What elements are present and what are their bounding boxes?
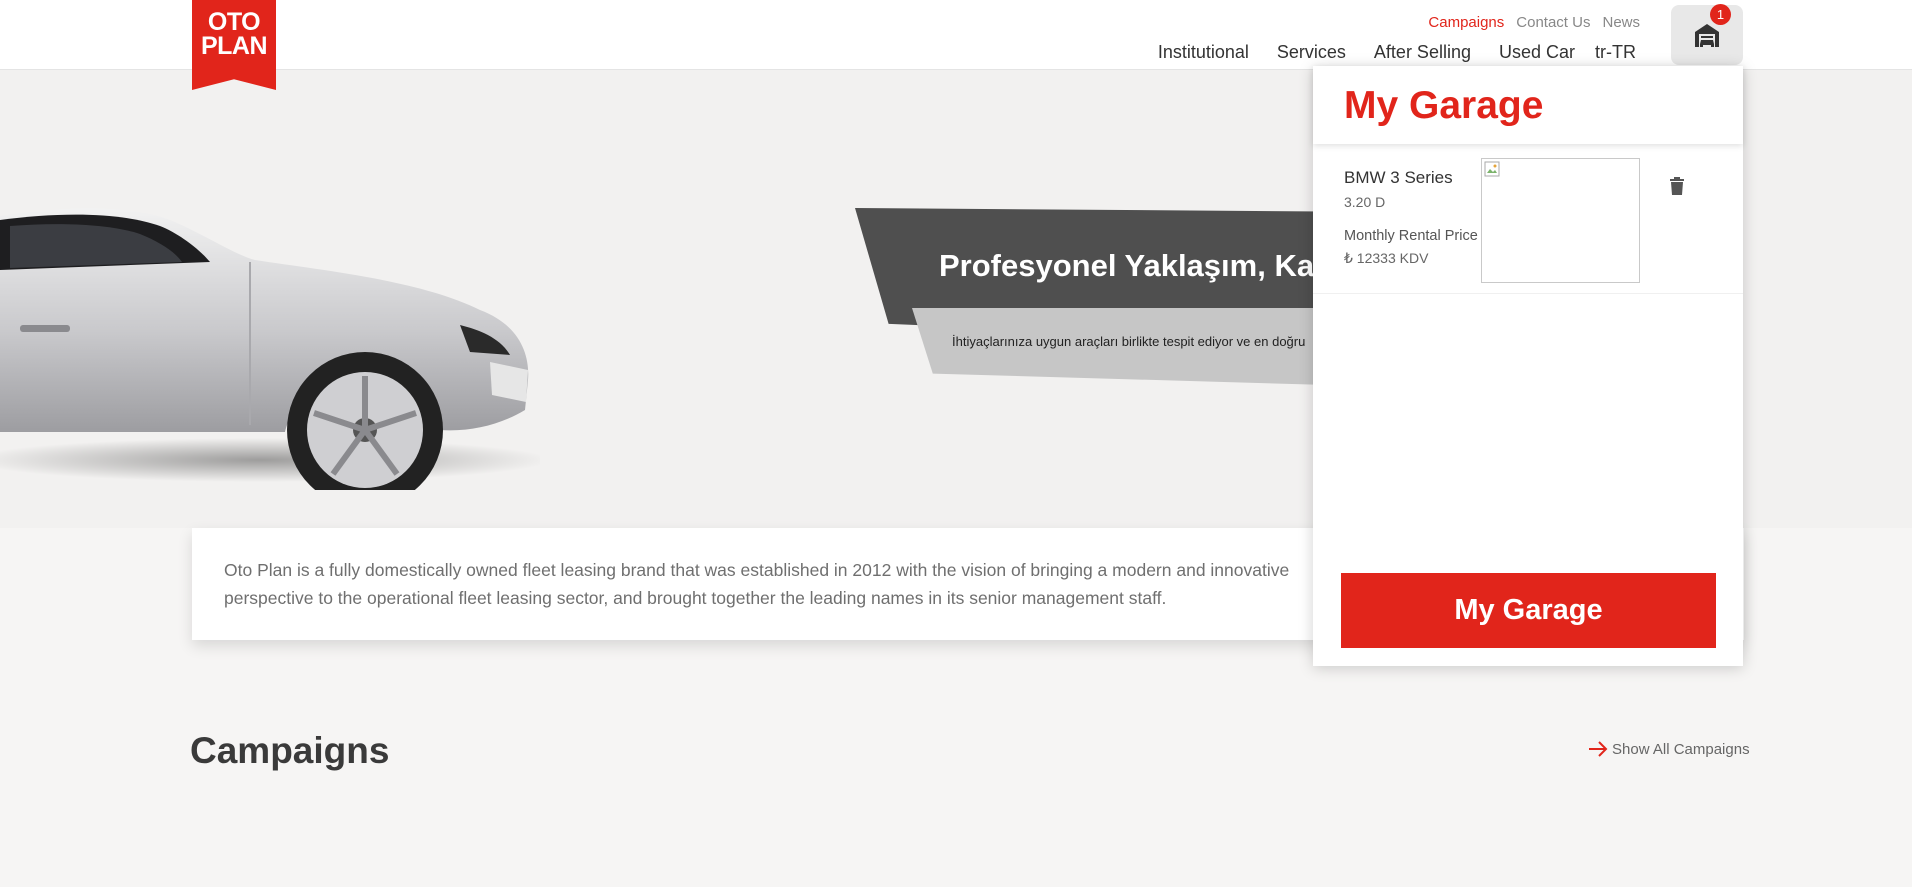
top-nav-news[interactable]: News: [1602, 14, 1640, 31]
car-image: [0, 208, 540, 490]
top-nav-campaigns[interactable]: Campaigns: [1428, 14, 1504, 31]
campaigns-heading: Campaigns: [190, 730, 390, 771]
logo-line-1: OTO: [207, 8, 261, 36]
oto-plan-logo[interactable]: OTO PLAN: [192, 0, 276, 90]
delete-item-button[interactable]: [1669, 176, 1685, 201]
garage-item: BMW 3 Series 3.20 D Monthly Rental Price…: [1313, 156, 1743, 294]
nav-after-selling[interactable]: After Selling: [1374, 42, 1471, 63]
top-nav-contact[interactable]: Contact Us: [1516, 14, 1590, 31]
my-garage-panel: My Garage BMW 3 Series 3.20 D Monthly Re…: [1313, 66, 1743, 666]
garage-count-badge: 1: [1710, 4, 1731, 25]
language-selector[interactable]: tr-TR: [1595, 42, 1636, 63]
garage-item-image: [1481, 158, 1640, 283]
broken-image-icon: [1484, 161, 1500, 177]
show-all-label: Show All Campaigns: [1612, 740, 1750, 758]
garage-item-name: BMW 3 Series: [1344, 168, 1453, 187]
arrow-right-icon: [1589, 741, 1608, 757]
show-all-campaigns-link[interactable]: Show All Campaigns: [1588, 740, 1750, 758]
trash-icon: [1670, 177, 1684, 195]
garage-panel-title: My Garage: [1344, 84, 1544, 127]
nav-services[interactable]: Services: [1277, 42, 1346, 63]
garage-item-price-label: Monthly Rental Price: [1344, 228, 1478, 244]
hero-subtitle: İhtiyaçlarınıza uygun araçları birlikte …: [952, 334, 1306, 349]
nav-used-car[interactable]: Used Car: [1499, 42, 1575, 63]
garage-icon: [1695, 24, 1719, 47]
main-nav: Institutional Services After Selling Use…: [1158, 42, 1636, 63]
garage-item-variant: 3.20 D: [1344, 194, 1386, 210]
logo-line-2: PLAN: [200, 32, 268, 60]
site-header: Campaigns Contact Us News Institutional …: [0, 0, 1912, 70]
garage-panel-header: My Garage: [1313, 66, 1743, 144]
nav-institutional[interactable]: Institutional: [1158, 42, 1249, 63]
intro-text: Oto Plan is a fully domestically owned f…: [224, 560, 1290, 608]
garage-item-price: ₺ 12333 KDV: [1344, 250, 1429, 266]
garage-button[interactable]: 1: [1671, 4, 1743, 65]
top-nav: Campaigns Contact Us News: [1428, 14, 1640, 31]
hero-title: Profesyonel Yaklaşım, Kali: [939, 248, 1332, 283]
my-garage-button[interactable]: My Garage: [1341, 573, 1716, 648]
